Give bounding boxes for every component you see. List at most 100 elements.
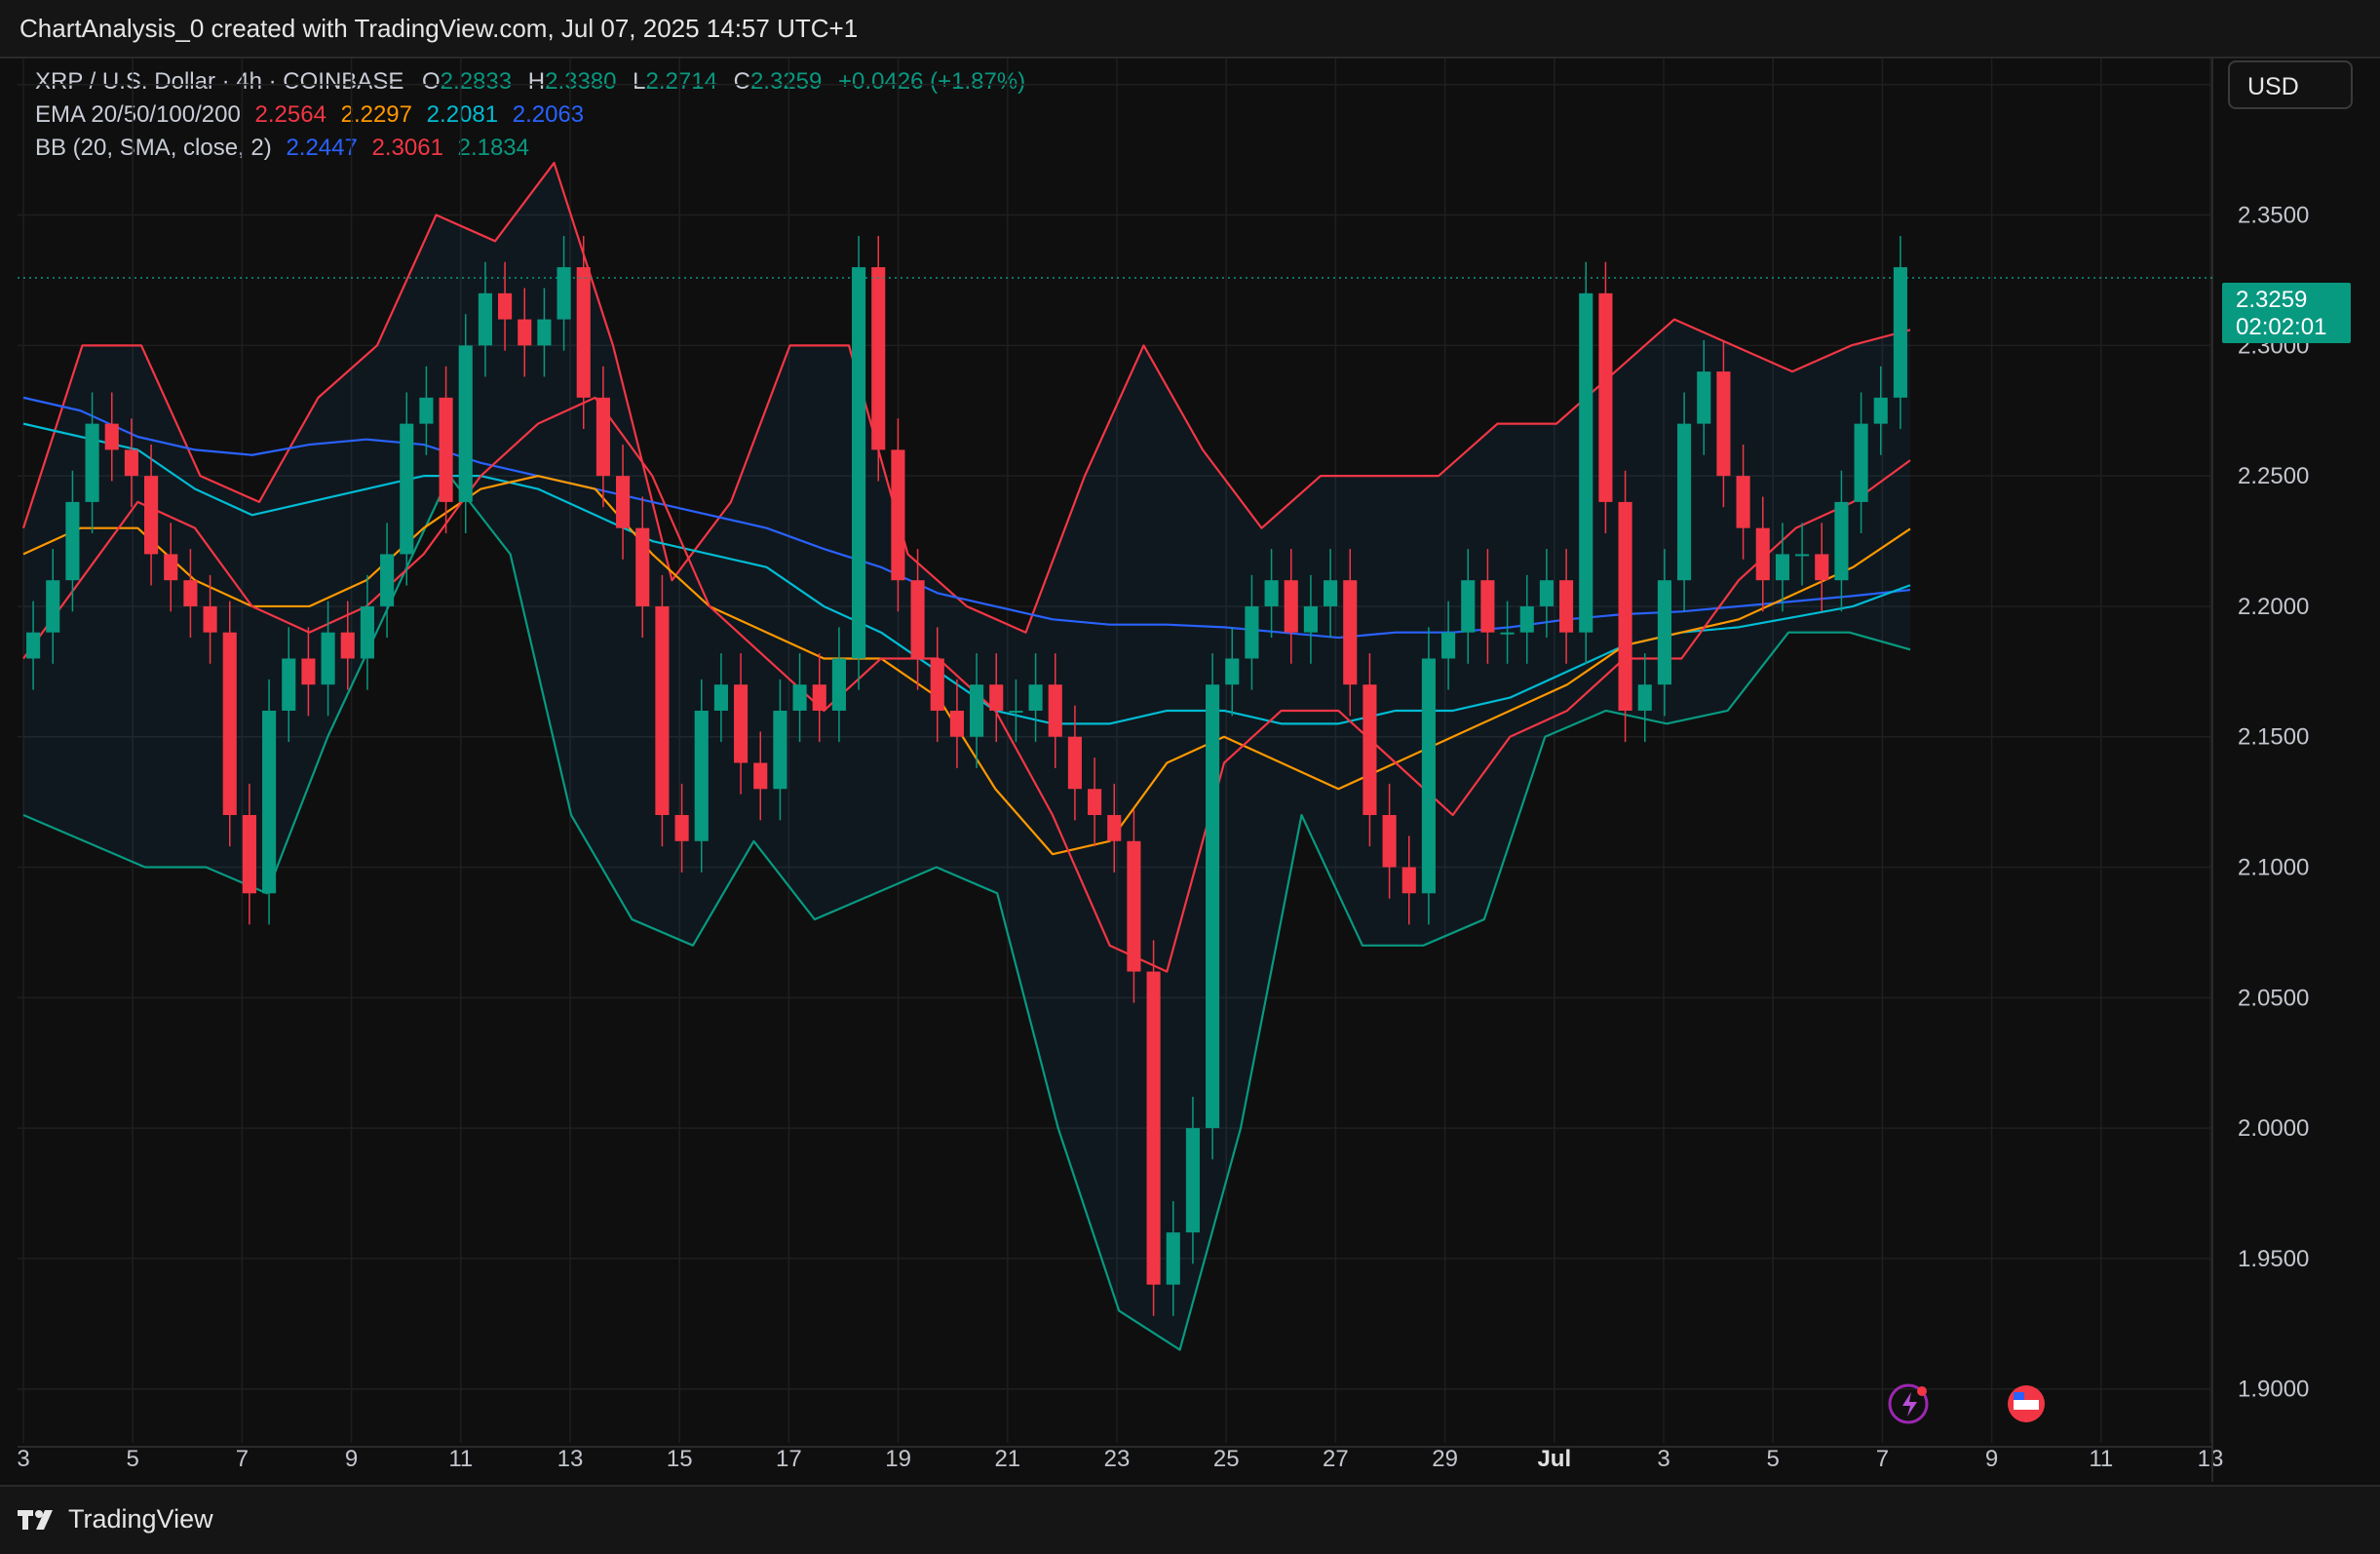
price-axis-label: 2.0000	[2238, 1115, 2309, 1142]
time-axis-label: 19	[885, 1446, 911, 1472]
time-axis-label: 9	[1985, 1446, 1998, 1472]
candle-body	[242, 815, 256, 894]
candle-body	[891, 449, 905, 581]
candle-body	[713, 684, 728, 711]
time-axis-label: 21	[994, 1446, 1020, 1472]
candle-body	[595, 397, 610, 477]
price-axis-label: 2.1500	[2238, 724, 2309, 751]
candle-body	[1284, 580, 1298, 633]
candle-body	[1303, 605, 1318, 633]
candle-body	[753, 762, 768, 790]
brand-name: TradingView	[68, 1504, 213, 1534]
candle-body	[949, 710, 964, 737]
price-chart[interactable]: 2.40002.35002.30002.25002.20002.15002.10…	[0, 0, 2380, 1482]
candle-body	[1637, 684, 1652, 711]
candle-body	[321, 632, 335, 685]
candle-body	[1854, 423, 1868, 502]
candle-body	[439, 397, 453, 502]
candle-body	[1245, 605, 1259, 659]
candle-body	[498, 292, 513, 320]
candle-body	[1421, 658, 1436, 894]
time-axis-label: 25	[1213, 1446, 1240, 1472]
candle-body	[400, 423, 414, 555]
candle-body	[557, 267, 571, 320]
time-axis-label: 13	[2198, 1446, 2224, 1472]
candle-body	[1225, 658, 1240, 685]
candle-body	[537, 319, 552, 346]
bollinger-band-fill	[23, 163, 1910, 1350]
candle-body	[1755, 527, 1770, 581]
candle-body	[576, 267, 591, 398]
candle-body	[1067, 736, 1082, 790]
candle-body	[970, 684, 984, 737]
time-axis-label: 3	[1657, 1446, 1670, 1472]
time-axis-label: 29	[1432, 1446, 1458, 1472]
time-axis-label: 13	[557, 1446, 584, 1472]
price-axis-label: 2.1000	[2238, 855, 2309, 881]
candle-body	[1088, 789, 1102, 816]
candle-body	[1028, 684, 1043, 711]
time-axis-label: 11	[2089, 1446, 2113, 1472]
candle-body	[1048, 684, 1062, 737]
candle-body	[301, 658, 316, 685]
candle-body	[1579, 292, 1593, 633]
flag-stripe-icon	[2014, 1400, 2039, 1410]
candle-body	[1401, 867, 1416, 894]
candle-body	[144, 476, 159, 555]
candle-body	[340, 632, 355, 659]
time-axis-label: 7	[1876, 1446, 1889, 1472]
candle-body	[1343, 580, 1358, 685]
lightning-icon	[1902, 1392, 1917, 1417]
candle-body	[262, 710, 277, 894]
candle-body	[1697, 371, 1711, 424]
price-axis-label: 2.2500	[2238, 463, 2309, 489]
candle-body	[164, 554, 178, 581]
candle-body	[222, 632, 237, 816]
candle-body	[360, 605, 374, 659]
candle-body	[1815, 554, 1829, 581]
price-axis-label: 1.9500	[2238, 1246, 2309, 1272]
candle-body	[1618, 501, 1632, 711]
candle-body	[1598, 292, 1613, 502]
candle-body	[773, 710, 787, 790]
candle-body	[616, 476, 631, 528]
time-axis-label: 7	[236, 1446, 249, 1472]
candle-body	[1716, 371, 1731, 477]
candle-body	[1009, 710, 1023, 713]
time-axis-label: 9	[345, 1446, 358, 1472]
candle-body	[1166, 1232, 1180, 1285]
candle-body	[26, 632, 41, 659]
tradingview-logo[interactable]: TradingView	[18, 1504, 213, 1535]
notification-dot-icon	[1917, 1386, 1927, 1396]
candle-body	[1107, 815, 1122, 841]
candle-body	[1382, 815, 1397, 868]
time-axis-label: 15	[667, 1446, 693, 1472]
candle-body	[1775, 554, 1789, 581]
candle-body	[1441, 632, 1456, 659]
candle-body	[1480, 580, 1495, 633]
candle-body	[1461, 580, 1476, 633]
time-axis-label: 5	[1767, 1446, 1780, 1472]
candle-body	[635, 527, 650, 606]
price-axis-label: 2.3500	[2238, 203, 2309, 229]
currency-button[interactable]: USD	[2228, 60, 2353, 109]
candle-body	[203, 605, 217, 633]
candle-body	[1146, 971, 1161, 1285]
candle-body	[792, 684, 807, 711]
time-axis-label: 27	[1323, 1446, 1349, 1472]
candle-body	[831, 658, 846, 711]
price-axis-label: 2.0500	[2238, 985, 2309, 1011]
bar-countdown: 02:02:01	[2236, 314, 2327, 340]
candle-body	[478, 292, 492, 346]
candle-body	[1363, 684, 1377, 816]
candle-body	[183, 580, 198, 606]
candle-body	[1127, 840, 1141, 972]
candle-body	[1206, 684, 1220, 1129]
time-axis-label: 5	[127, 1446, 139, 1472]
candle-body	[812, 684, 826, 711]
candle-body	[1834, 501, 1849, 581]
candle-body	[1539, 580, 1554, 606]
candle-body	[734, 684, 749, 763]
candle-body	[65, 501, 80, 581]
candle-body	[1324, 580, 1338, 606]
